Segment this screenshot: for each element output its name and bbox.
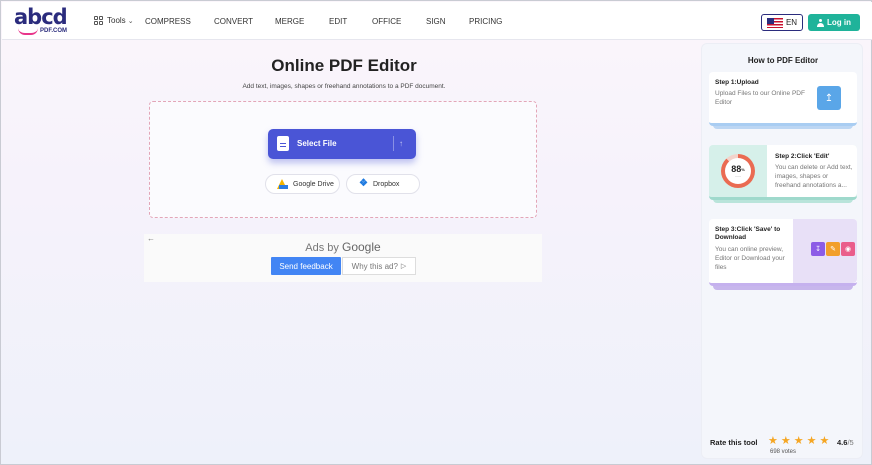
nav-convert[interactable]: CONVERT xyxy=(214,17,253,26)
dropbox-label: Dropbox xyxy=(372,180,400,188)
star-icon[interactable]: ★ xyxy=(768,436,778,447)
why-this-ad-button[interactable]: Why this ad? ▷ xyxy=(342,257,416,275)
progress-ring: 88% —— xyxy=(721,154,755,188)
document-icon xyxy=(277,136,289,151)
panel-title: How to PDF Editor xyxy=(747,56,819,65)
top-navbar: abcd PDF.COM Tools ⌄ COMPRESS CONVERT ME… xyxy=(2,2,872,40)
star-icon[interactable]: ★ xyxy=(820,436,830,447)
step-1-card: Step 1:Upload Upload Files to our Online… xyxy=(709,72,857,126)
ads-by-google: Ads by Google xyxy=(144,240,542,254)
step-3-card: Step 3:Click 'Save' to Download You can … xyxy=(709,219,857,286)
google-drive-button[interactable]: Google Drive xyxy=(265,174,340,194)
step-2-title: Step 2:Click 'Edit' xyxy=(775,153,830,160)
nav-edit[interactable]: EDIT xyxy=(329,17,347,26)
step-2-card: 88% —— Step 2:Click 'Edit' You can delet… xyxy=(709,145,857,200)
upload-icon: ↥ xyxy=(817,86,841,110)
ring-sublabel: —— xyxy=(735,173,741,178)
page: abcd PDF.COM Tools ⌄ COMPRESS CONVERT ME… xyxy=(0,0,872,465)
step-3-desc: You can online preview, Editor or Downlo… xyxy=(715,246,785,271)
play-icon: ▷ xyxy=(400,263,407,270)
dropbox-button[interactable]: ❖ Dropbox xyxy=(346,174,420,194)
nav-merge[interactable]: MERGE xyxy=(275,17,304,26)
chevron-down-icon: ⌄ xyxy=(127,17,134,25)
language-label: EN xyxy=(785,18,798,27)
nav-sign[interactable]: SIGN xyxy=(426,17,446,26)
nav-office[interactable]: OFFICE xyxy=(372,17,401,26)
nav-pricing[interactable]: PRICING xyxy=(469,17,502,26)
page-subtitle: Add text, images, shapes or freehand ann… xyxy=(242,83,446,90)
page-title: Online PDF Editor xyxy=(271,56,417,75)
login-label: Log in xyxy=(827,18,851,27)
select-file-label: Select File xyxy=(297,139,337,148)
how-to-panel: How to PDF Editor Step 1:Upload Upload F… xyxy=(701,43,863,459)
rating-score: 4.6/5 xyxy=(837,438,854,447)
star-icon[interactable]: ★ xyxy=(781,436,791,447)
logo-text: abcd xyxy=(14,5,68,29)
site-logo[interactable]: abcd PDF.COM xyxy=(14,7,74,37)
step-2-desc: You can delete or Add text, images, shap… xyxy=(775,164,853,189)
step-1-desc: Upload Files to our Online PDF Editor xyxy=(715,90,805,106)
google-label: Google xyxy=(342,240,381,254)
language-selector[interactable]: EN xyxy=(761,14,803,31)
votes-count: 698 votes xyxy=(769,449,797,455)
logo-swoosh-icon xyxy=(18,28,38,35)
tools-label: Tools xyxy=(107,16,126,25)
google-drive-icon xyxy=(277,179,288,189)
send-feedback-button[interactable]: Send feedback xyxy=(271,257,341,275)
ad-container: ← Ads by Google Send feedback Why this a… xyxy=(144,234,542,282)
step-3-title: Step 3:Click 'Save' to Download xyxy=(715,226,781,241)
logo-subtext: PDF.COM xyxy=(40,28,67,34)
step-1-title: Step 1:Upload xyxy=(715,79,759,86)
star-rating[interactable]: ★ ★ ★ ★ ★ xyxy=(768,436,829,447)
select-file-button[interactable]: Select File ↑ xyxy=(268,129,416,159)
ads-by-label: Ads by xyxy=(305,242,339,254)
star-icon[interactable]: ★ xyxy=(794,436,804,447)
download-icon: ↧ xyxy=(811,242,825,256)
upload-icon: ↑ xyxy=(393,136,408,151)
file-dropzone[interactable] xyxy=(149,101,537,218)
star-icon[interactable]: ★ xyxy=(807,436,817,447)
ring-value: 88% xyxy=(731,163,745,174)
grid-icon xyxy=(94,16,103,25)
edit-icon: ✎ xyxy=(826,242,840,256)
tools-menu[interactable]: Tools ⌄ xyxy=(94,16,134,25)
login-button[interactable]: Log in xyxy=(808,14,860,31)
nav-compress[interactable]: COMPRESS xyxy=(145,17,191,26)
us-flag-icon xyxy=(766,17,783,28)
google-drive-label: Google Drive xyxy=(293,180,334,188)
dropbox-icon: ❖ xyxy=(359,178,368,189)
preview-icon: ◉ xyxy=(841,242,855,256)
user-icon xyxy=(817,18,824,27)
why-this-ad-label: Why this ad? xyxy=(351,261,398,271)
rate-label: Rate this tool xyxy=(710,438,758,447)
